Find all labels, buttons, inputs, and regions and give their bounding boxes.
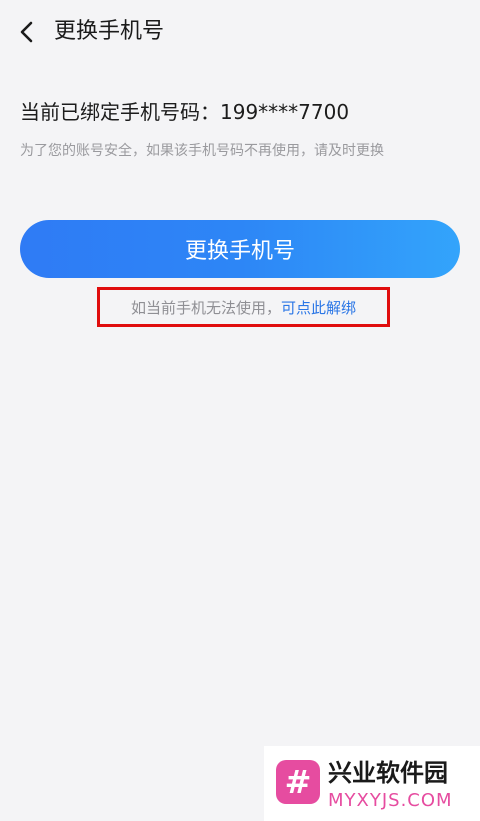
- watermark-url: MYXYJS.COM: [328, 790, 453, 811]
- change-phone-button[interactable]: 更换手机号: [20, 220, 460, 278]
- unbind-prefix-text: 如当前手机无法使用，: [130, 298, 281, 317]
- watermark-title: 兴业软件园: [328, 759, 448, 787]
- unbind-link[interactable]: 可点此解绑: [281, 297, 356, 318]
- page-title: 更换手机号: [54, 19, 165, 44]
- security-hint: 为了您的账号安全，如果该手机号码不再使用，请及时更换: [20, 143, 384, 159]
- top-bar: 更换手机号: [0, 0, 480, 64]
- chevron-left-icon: [20, 21, 33, 43]
- back-button[interactable]: [10, 14, 44, 50]
- bound-phone-text: 当前已绑定手机号码：199****7700: [20, 100, 350, 124]
- watermark: # 兴业软件园 MYXYJS.COM: [264, 746, 480, 821]
- unbind-highlight-box: 如当前手机无法使用， 可点此解绑: [97, 287, 390, 327]
- hash-logo-icon: #: [276, 760, 320, 804]
